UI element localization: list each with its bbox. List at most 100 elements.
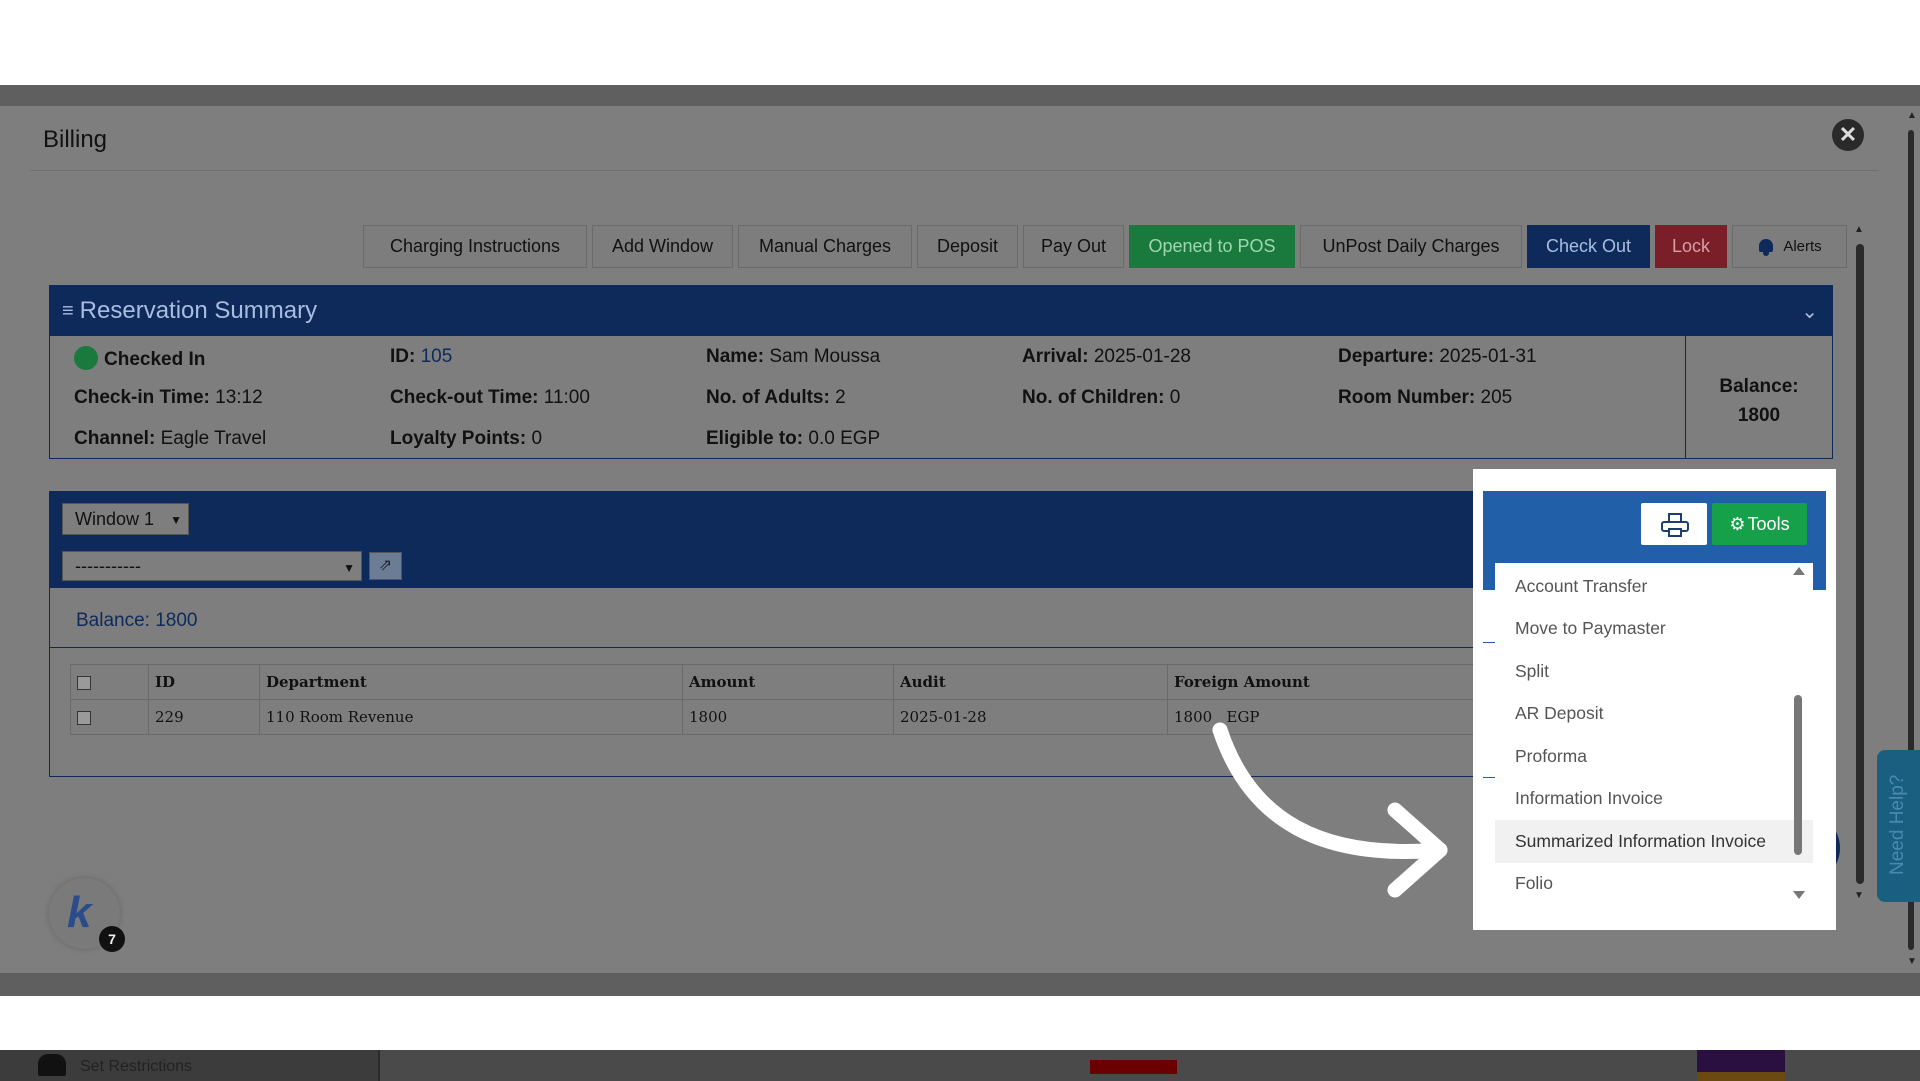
manual-charges-button[interactable]: Manual Charges <box>738 225 912 268</box>
alerts-button[interactable]: Alerts <box>1732 225 1847 268</box>
alerts-label: Alerts <box>1783 238 1822 255</box>
row-department: 110 Room Revenue <box>259 699 683 735</box>
opened-to-pos-button[interactable]: Opened to POS <box>1129 225 1295 268</box>
tools-popup: ⚙ Tools Account Transfer Move to Paymast… <box>1473 469 1836 930</box>
underlying-divider <box>1483 642 1495 643</box>
table-row[interactable]: 229 110 Room Revenue 1800 2025-01-28 180… <box>70 699 1588 735</box>
menu-item-summarized-information-invoice[interactable]: Summarized Information Invoice <box>1495 820 1813 863</box>
printer-icon <box>1661 513 1689 537</box>
window-select-value: Window 1 <box>75 508 155 529</box>
chevron-down-icon[interactable]: ⌄ <box>1801 299 1818 324</box>
unpost-daily-charges-button[interactable]: UnPost Daily Charges <box>1300 225 1522 268</box>
pay-out-button[interactable]: Pay Out <box>1023 225 1124 268</box>
menu-item-account-transfer[interactable]: Account Transfer <box>1495 565 1813 608</box>
select-all-cell <box>70 664 149 700</box>
adults-field: No. of Adults: 2 <box>706 387 846 409</box>
select-all-checkbox[interactable] <box>77 676 91 690</box>
balance-value: 1800 <box>1737 405 1781 426</box>
add-window-button[interactable]: Add Window <box>592 225 733 268</box>
scroll-up-icon[interactable]: ▲ <box>1907 110 1917 121</box>
menu-item-ar-deposit[interactable]: AR Deposit <box>1495 693 1813 736</box>
room-field: Room Number: 205 <box>1338 387 1512 409</box>
adults-label: No. of Adults: <box>706 387 830 408</box>
scroll-down-icon[interactable]: ▼ <box>1907 956 1917 967</box>
need-help-tab[interactable]: Need Help? <box>1877 750 1920 902</box>
check-out-button[interactable]: Check Out <box>1527 225 1650 268</box>
billing-toolbar: Charging Instructions Add Window Manual … <box>363 225 1847 268</box>
row-checkbox[interactable] <box>77 711 91 725</box>
print-button[interactable] <box>1641 503 1707 545</box>
chevron-down-icon: ▼ <box>343 561 355 575</box>
scroll-down-icon[interactable] <box>1793 891 1805 899</box>
title-divider <box>30 170 1878 171</box>
chevron-down-icon: ▼ <box>170 513 182 527</box>
helper-logo-icon: k <box>67 888 92 937</box>
arrival-field: Arrival: 2025-01-28 <box>1022 346 1191 368</box>
name-label: Name: <box>706 346 765 367</box>
modal-scrollbar-thumb[interactable] <box>1856 244 1864 884</box>
secondary-select[interactable]: ----------- ▼ <box>62 551 362 581</box>
reservation-summary: ≡ Reservation Summary ⌄ Checked In ID: 1… <box>49 285 1833 459</box>
external-link-icon[interactable]: ⇗ <box>369 552 402 580</box>
lock-button[interactable]: Lock <box>1655 225 1727 268</box>
arrival-label: Arrival: <box>1022 346 1089 367</box>
name-field: Name: Sam Moussa <box>706 346 880 368</box>
charging-instructions-button[interactable]: Charging Instructions <box>363 225 587 268</box>
column-header-amount[interactable]: Amount <box>682 664 894 700</box>
loyalty-value: 0 <box>531 428 543 449</box>
need-help-label: Need Help? <box>1887 774 1908 875</box>
row-amount: 1800 <box>682 699 894 735</box>
underlying-page-strip: Set Restrictions <box>0 1050 1920 1081</box>
tools-menu: Account Transfer Move to Paymaster Split… <box>1495 563 1813 903</box>
departure-field: Departure: 2025-01-31 <box>1338 346 1537 368</box>
room-label: Room Number: <box>1338 387 1476 408</box>
sidebar-item-set-restrictions[interactable]: Set Restrictions <box>80 1058 192 1076</box>
name-value: Sam Moussa <box>769 346 881 367</box>
channel-field: Channel: Eagle Travel <box>74 428 266 450</box>
underlying-sidebar: Set Restrictions <box>0 1050 380 1081</box>
id-value: 105 <box>420 346 453 367</box>
window-select[interactable]: Window 1 ▼ <box>62 503 189 535</box>
scroll-up-icon[interactable]: ▲ <box>1854 224 1864 235</box>
checkout-field: Check-out Time: 11:00 <box>390 387 590 409</box>
column-header-id[interactable]: ID <box>148 664 260 700</box>
row-audit: 2025-01-28 <box>893 699 1168 735</box>
scroll-up-icon[interactable] <box>1793 567 1805 575</box>
bell-icon <box>1757 237 1775 257</box>
id-label: ID: <box>390 346 416 367</box>
close-button[interactable]: ✕ <box>1832 119 1864 151</box>
charges-table: ID Department Amount Audit Foreign Amoun… <box>70 664 1588 735</box>
underlying-purple-block <box>1697 1050 1785 1081</box>
column-header-audit[interactable]: Audit <box>893 664 1168 700</box>
balance-label: Balance: <box>1719 376 1799 397</box>
children-value: 0 <box>1169 387 1181 408</box>
checkin-label: Check-in Time: <box>74 387 210 408</box>
underlying-red-block <box>1090 1060 1177 1074</box>
menu-item-split[interactable]: Split <box>1495 650 1813 693</box>
eligible-field: Eligible to: 0.0 EGP <box>706 428 880 450</box>
adults-value: 2 <box>835 387 846 408</box>
column-header-department[interactable]: Department <box>259 664 683 700</box>
menu-item-information-invoice[interactable]: Information Invoice <box>1495 778 1813 821</box>
departure-value: 2025-01-31 <box>1439 346 1537 367</box>
status-dot-icon <box>74 346 98 370</box>
menu-item-move-to-paymaster[interactable]: Move to Paymaster <box>1495 608 1813 651</box>
children-label: No. of Children: <box>1022 387 1165 408</box>
underlying-divider <box>1483 777 1495 778</box>
scroll-down-icon[interactable]: ▼ <box>1854 890 1864 901</box>
modal-title: Billing <box>43 126 108 153</box>
menu-scrollbar-thumb[interactable] <box>1794 695 1802 855</box>
menu-item-proforma[interactable]: Proforma <box>1495 735 1813 778</box>
secondary-select-value: ----------- <box>75 555 141 576</box>
eligible-label: Eligible to: <box>706 428 804 449</box>
tools-button[interactable]: ⚙ Tools <box>1712 503 1807 545</box>
loyalty-label: Loyalty Points: <box>390 428 527 449</box>
summary-header[interactable]: ≡ Reservation Summary ⌄ <box>50 286 1832 336</box>
deposit-button[interactable]: Deposit <box>917 225 1018 268</box>
menu-item-folio[interactable]: Folio <box>1495 863 1813 904</box>
window-balance: Balance: 1800 <box>76 610 198 631</box>
menu-scrollbar[interactable] <box>1791 563 1805 903</box>
helper-widget[interactable]: k 7 <box>49 878 125 952</box>
status-field: Checked In <box>74 346 205 371</box>
status-text: Checked In <box>104 349 206 370</box>
